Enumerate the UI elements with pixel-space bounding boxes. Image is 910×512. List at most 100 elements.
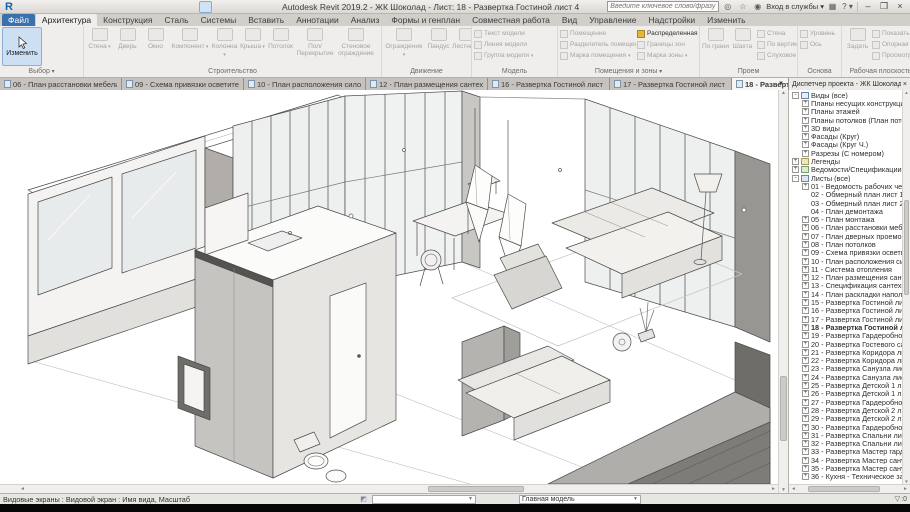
tree-expander[interactable]: +	[802, 465, 809, 472]
design-options-status-icon[interactable]	[855, 495, 866, 504]
tree-item[interactable]: + 20 - Развертка Гостевого санузла	[789, 340, 902, 348]
set-workplane-button[interactable]: Задать	[844, 28, 871, 50]
print-icon[interactable]	[101, 1, 114, 13]
tree-item[interactable]: 04 - План демонтажа	[789, 207, 902, 215]
scroll-thumb[interactable]	[808, 486, 880, 492]
redo-icon[interactable]	[87, 1, 100, 13]
select-toggle-icon[interactable]	[868, 495, 879, 504]
editable-only-icon[interactable]	[479, 495, 490, 504]
room-button[interactable]: Помещение	[560, 29, 636, 38]
selection-filter-button[interactable]: ▽ :0	[895, 495, 907, 503]
model-line-button[interactable]: Линия модели	[474, 40, 533, 49]
settings-icon[interactable]	[881, 495, 892, 504]
tree-expander[interactable]: +	[802, 299, 809, 306]
column-button[interactable]: Колонна	[211, 28, 238, 57]
tree-expander[interactable]: +	[802, 399, 809, 406]
tree-item[interactable]: + 08 - План потолков	[789, 240, 902, 248]
floor-button[interactable]: Пол/Перекрытие	[295, 28, 335, 57]
wall-opening-button[interactable]: Стена	[757, 29, 797, 38]
tree-item[interactable]: + Планы потолков (План потолков)	[789, 116, 902, 124]
sync-icon[interactable]	[59, 1, 72, 13]
section-icon[interactable]	[185, 1, 198, 13]
tree-expander[interactable]: +	[802, 365, 809, 372]
tag-icon[interactable]	[143, 1, 156, 13]
design-options-combo[interactable]: Главная модель ▼	[519, 495, 641, 504]
tree-expander[interactable]: +	[802, 407, 809, 414]
tree-expander[interactable]: +	[802, 266, 809, 273]
tree-expander[interactable]: +	[802, 415, 809, 422]
view-tab-17[interactable]: 17 - Развертка Гостиной лист 3 ×	[610, 78, 732, 90]
view-tab-06[interactable]: 06 - План расстановки мебели ×	[0, 78, 122, 90]
tab-modify[interactable]: Изменить	[701, 14, 751, 26]
customize-qat-icon[interactable]	[241, 1, 254, 13]
show-workplane-button[interactable]: Показать	[872, 29, 910, 38]
scroll-up-icon[interactable]: ▲	[779, 90, 788, 96]
tree-expander[interactable]: +	[802, 117, 809, 124]
tree-sheets[interactable]: - Листы (все)	[789, 174, 902, 182]
tree-expander[interactable]: +	[802, 108, 809, 115]
tree-item[interactable]: + Планы несущих конструкций	[789, 99, 902, 107]
tree-item[interactable]: + 34 - Развертка Мастер санузла лист 1	[789, 456, 902, 464]
tree-item[interactable]: 03 - Обмерный план лист 2	[789, 199, 902, 207]
tab-structure[interactable]: Конструкция	[97, 14, 158, 26]
tree-expander[interactable]: +	[802, 374, 809, 381]
tree-item[interactable]: + 07 - План дверных проемов	[789, 232, 902, 240]
scroll-thumb[interactable]	[780, 376, 787, 440]
tree-item[interactable]: + 11 - Система отопления	[789, 265, 902, 273]
scroll-up-icon[interactable]: ▲	[903, 90, 910, 95]
recent-documents-icon[interactable]	[17, 1, 30, 13]
tree-expander[interactable]: -	[792, 92, 799, 99]
railing-button[interactable]: Ограждение	[384, 28, 424, 57]
tree-expander[interactable]: +	[802, 274, 809, 281]
tree-item[interactable]: + 05 - План монтажа	[789, 215, 902, 223]
tree-item[interactable]: + 10 - План расположения силового оборуд…	[789, 257, 902, 265]
opening-by-face-button[interactable]: По грани	[702, 28, 729, 50]
tab-view[interactable]: Вид	[556, 14, 583, 26]
default-3d-view-icon[interactable]	[171, 1, 184, 13]
view-tab-09[interactable]: 09 - Схема привязки осветительн... ×	[122, 78, 244, 90]
thin-lines-icon[interactable]	[199, 1, 212, 13]
tree-expander[interactable]: +	[802, 457, 809, 464]
tab-massing-site[interactable]: Формы и генплан	[385, 14, 466, 26]
worksets-status-icon[interactable]	[816, 495, 827, 504]
account-icon[interactable]: ◉	[751, 1, 764, 13]
tree-item[interactable]: + 36 - Кухня - Техническое задание	[789, 473, 902, 481]
tree-item[interactable]: + 15 - Развертка Гостиной лист 1	[789, 298, 902, 306]
scroll-left-icon[interactable]: ◄	[18, 486, 27, 492]
tree-item[interactable]: + 26 - Развертка Детской 1 лист 2	[789, 390, 902, 398]
tree-item[interactable]: + 3D виды	[789, 124, 902, 132]
ceiling-button[interactable]: Потолок	[267, 28, 294, 50]
tree-expander[interactable]: +	[802, 141, 809, 148]
tree-expander[interactable]: +	[802, 241, 809, 248]
tree-item[interactable]: + 33 - Развертка Мастер гардеробной	[789, 448, 902, 456]
tree-item[interactable]: + 16 - Развертка Гостиной лист 2	[789, 307, 902, 315]
view-tab-list-icon[interactable]: ▼	[774, 78, 788, 90]
wall-button[interactable]: Стена	[86, 28, 113, 51]
stair-button[interactable]: Лестница	[453, 28, 471, 50]
ramp-button[interactable]: Пандус	[425, 28, 452, 50]
app-store-icon[interactable]: ▦	[826, 1, 839, 13]
tree-expander[interactable]: +	[802, 357, 809, 364]
scroll-right-icon[interactable]: ►	[901, 486, 910, 492]
ref-plane-button[interactable]: Опорная плоскость	[872, 40, 910, 49]
tree-item[interactable]: + 32 - Развертка Спальни лист 2	[789, 439, 902, 447]
tree-expander[interactable]: +	[802, 382, 809, 389]
tree-expander[interactable]: +	[802, 258, 809, 265]
tree-expander[interactable]: +	[802, 100, 809, 107]
tree-item[interactable]: + 23 - Развертка Санузла лист 1	[789, 365, 902, 373]
tree-expander[interactable]: +	[802, 282, 809, 289]
tree-expander[interactable]: +	[802, 150, 809, 157]
tree-item[interactable]: + 25 - Развертка Детской 1 лист 1	[789, 381, 902, 389]
view-tab-12[interactable]: 12 - План размещения сантехнич... ×	[366, 78, 488, 90]
canvas-vertical-scrollbar[interactable]: ▲ ▼	[778, 90, 788, 493]
sign-in-button[interactable]: Вход в службы ▾	[766, 2, 824, 11]
close-browser-icon[interactable]: ×	[903, 81, 907, 88]
tab-file[interactable]: Файл	[2, 14, 35, 26]
drawing-canvas[interactable]	[0, 90, 778, 484]
room-tag-button[interactable]: Марка помещения	[560, 51, 636, 60]
tree-expander[interactable]: +	[802, 473, 809, 480]
tree-item[interactable]: + Разрезы (С номером)	[789, 149, 902, 157]
tree-expander[interactable]: +	[802, 183, 809, 190]
area-tag-button[interactable]: Марка зоны	[637, 51, 699, 60]
scroll-down-icon[interactable]: ▼	[779, 487, 788, 493]
